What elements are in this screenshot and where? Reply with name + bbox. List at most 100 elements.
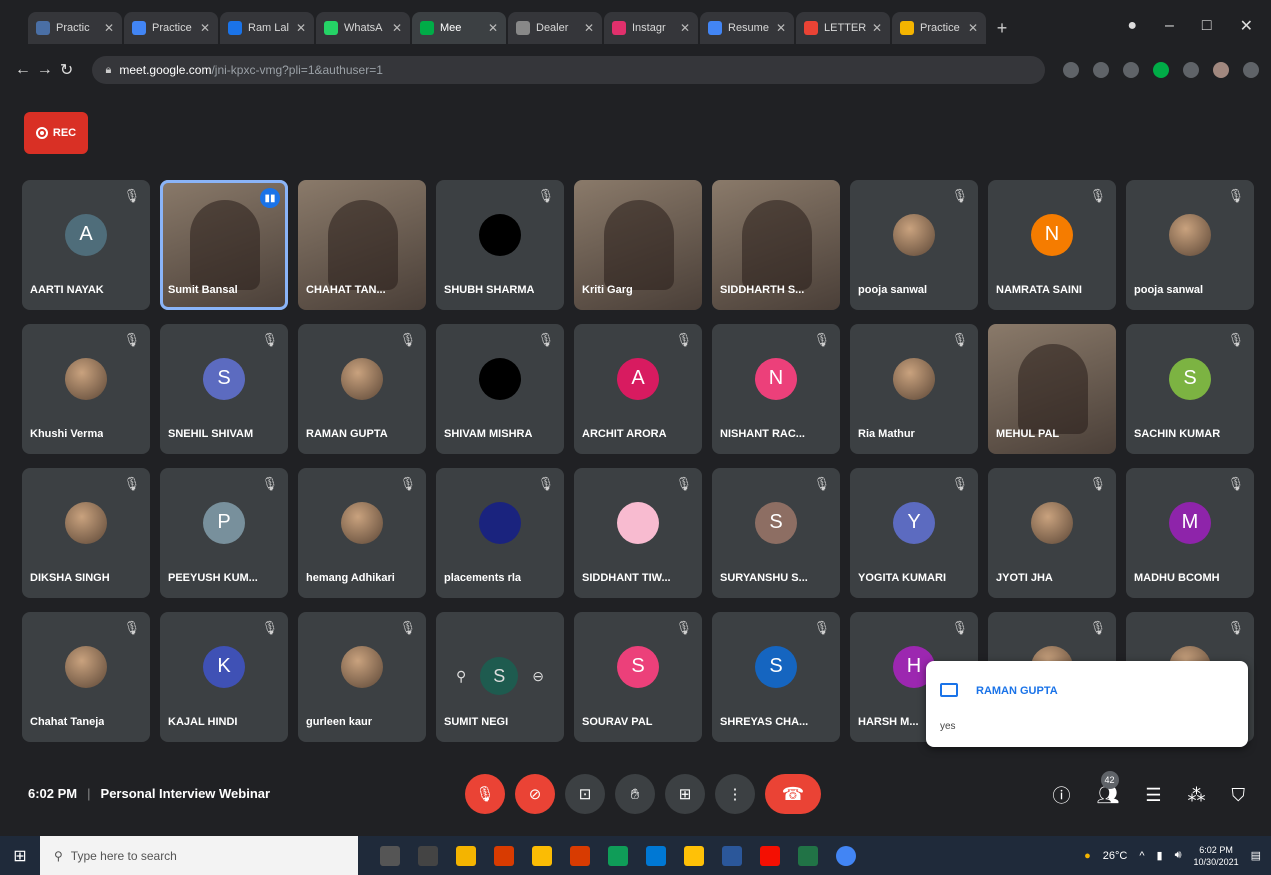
- participant-tile[interactable]: 🎙︎ N NAMRATA SAINI: [988, 180, 1116, 310]
- participant-tile[interactable]: 🎙︎ hemang Adhikari: [298, 468, 426, 598]
- menu-icon[interactable]: [1242, 62, 1259, 78]
- chevron-up-icon[interactable]: ^: [1139, 850, 1144, 862]
- close-tab-icon[interactable]: ✕: [872, 21, 882, 35]
- chrome-icon[interactable]: [532, 845, 552, 866]
- present-button[interactable]: ⊞: [665, 774, 705, 814]
- recording-badge[interactable]: REC: [24, 112, 88, 154]
- participant-tile[interactable]: 🎙︎ Chahat Taneja: [22, 612, 150, 742]
- clock[interactable]: 6:02 PM 10/30/2021: [1194, 844, 1239, 868]
- participant-tile[interactable]: 🎙︎ pooja sanwal: [850, 180, 978, 310]
- mail-icon[interactable]: [646, 845, 666, 866]
- participant-tile[interactable]: 🎙︎ M MADHU BCOMH: [1126, 468, 1254, 598]
- browser-tab[interactable]: Mee ✕: [412, 12, 506, 44]
- acrobat-icon[interactable]: [760, 845, 780, 866]
- address-bar[interactable]: 🔒︎ meet.google.com /jni-kpxc-vmg?pli=1&a…: [91, 56, 1045, 84]
- close-tab-icon[interactable]: ✕: [968, 21, 978, 35]
- sticky-notes-icon[interactable]: [684, 845, 704, 866]
- new-tab-button[interactable]: +: [988, 12, 1016, 44]
- back-icon[interactable]: ←: [12, 61, 34, 79]
- participant-tile[interactable]: MEHUL PAL: [988, 324, 1116, 454]
- browser-tab[interactable]: LETTER ✕: [796, 12, 890, 44]
- browser-tab[interactable]: Practic ✕: [28, 12, 122, 44]
- participant-tile[interactable]: 🎙︎ A ARCHIT ARORA: [574, 324, 702, 454]
- browser-tab[interactable]: Resume ✕: [700, 12, 794, 44]
- camera-icon[interactable]: [1062, 62, 1079, 78]
- participant-tile[interactable]: 🎙︎ SIDDHANT TIW...: [574, 468, 702, 598]
- extension-icon[interactable]: [1152, 62, 1169, 78]
- pin-icon[interactable]: ⚲: [456, 668, 466, 685]
- participant-tile[interactable]: 🎙︎ SHIVAM MISHRA: [436, 324, 564, 454]
- participant-tile[interactable]: 🎙︎ S SOURAV PAL: [574, 612, 702, 742]
- app-icon[interactable]: [836, 845, 856, 866]
- close-tab-icon[interactable]: ✕: [680, 21, 690, 35]
- word-icon[interactable]: [722, 845, 742, 866]
- more-options-button[interactable]: ⋮: [715, 774, 755, 814]
- participant-tile[interactable]: 🎙︎ DIKSHA SINGH: [22, 468, 150, 598]
- forward-icon[interactable]: →: [34, 61, 56, 79]
- minimize-icon[interactable]: –: [1165, 17, 1174, 35]
- office-icon[interactable]: [494, 845, 514, 866]
- close-tab-icon[interactable]: ✕: [296, 21, 306, 35]
- star-icon[interactable]: [1122, 62, 1139, 78]
- notifications-icon[interactable]: ▤: [1251, 849, 1261, 862]
- participant-tile[interactable]: 🎙︎ gurleen kaur: [298, 612, 426, 742]
- participant-tile[interactable]: 🎙︎ SHUBH SHARMA: [436, 180, 564, 310]
- close-tab-icon[interactable]: ✕: [488, 21, 498, 35]
- close-tab-icon[interactable]: ✕: [392, 21, 402, 35]
- profile-icon[interactable]: ●: [1127, 17, 1137, 35]
- participant-tile[interactable]: ▮▮ Sumit Bansal: [160, 180, 288, 310]
- browser-tab[interactable]: Practice ✕: [892, 12, 986, 44]
- browser-tab[interactable]: Practice ✕: [124, 12, 218, 44]
- participant-tile[interactable]: 🎙︎ JYOTI JHA: [988, 468, 1116, 598]
- network-icon[interactable]: ▮: [1157, 849, 1163, 862]
- task-view-icon[interactable]: [418, 845, 438, 866]
- participant-tile[interactable]: 🎙︎ S SACHIN KUMAR: [1126, 324, 1254, 454]
- browser-tab[interactable]: WhatsA ✕: [316, 12, 410, 44]
- participant-tile[interactable]: 🎙︎ A AARTI NAYAK: [22, 180, 150, 310]
- participant-tile[interactable]: SIDDHARTH S...: [712, 180, 840, 310]
- camera-off-button[interactable]: ⊘: [515, 774, 555, 814]
- participant-tile[interactable]: 🎙︎ pooja sanwal: [1126, 180, 1254, 310]
- participant-tile[interactable]: 🎙︎ P PEEYUSH KUM...: [160, 468, 288, 598]
- activities-button[interactable]: ⁂: [1188, 785, 1206, 806]
- people-button[interactable]: 👥︎ 42: [1097, 770, 1119, 806]
- leave-call-button[interactable]: ☎︎: [765, 774, 821, 814]
- participant-tile[interactable]: 🎙︎ K KAJAL HINDI: [160, 612, 288, 742]
- close-tab-icon[interactable]: ✕: [776, 21, 786, 35]
- participant-tile[interactable]: 🎙︎ Ria Mathur: [850, 324, 978, 454]
- weather-icon[interactable]: ●: [1084, 850, 1091, 862]
- reload-icon[interactable]: ↻: [56, 60, 78, 80]
- puzzle-icon[interactable]: [1182, 62, 1199, 78]
- host-controls-button[interactable]: ⛉: [1232, 785, 1246, 806]
- participant-tile[interactable]: 🎙︎ placements rla: [436, 468, 564, 598]
- participant-tile[interactable]: 🎙︎ RAMAN GUPTA: [298, 324, 426, 454]
- cortana-icon[interactable]: [380, 845, 400, 866]
- raise-hand-button[interactable]: ✋︎: [615, 774, 655, 814]
- participant-tile[interactable]: 🎙︎ S SNEHIL SHIVAM: [160, 324, 288, 454]
- volume-icon[interactable]: 🔊︎: [1175, 849, 1182, 862]
- browser-tab[interactable]: Ram Lal ✕: [220, 12, 314, 44]
- chat-button[interactable]: ☰: [1145, 785, 1161, 806]
- close-window-icon[interactable]: ✕: [1240, 16, 1253, 36]
- participant-tile[interactable]: 🎙︎ S SHREYAS CHA...: [712, 612, 840, 742]
- participant-tile[interactable]: Kriti Garg: [574, 180, 702, 310]
- participant-tile[interactable]: 🎙︎ Khushi Verma: [22, 324, 150, 454]
- participant-tile[interactable]: CHAHAT TAN...: [298, 180, 426, 310]
- close-tab-icon[interactable]: ✕: [104, 21, 114, 35]
- participant-tile[interactable]: 🎙︎ N NISHANT RAC...: [712, 324, 840, 454]
- avatar[interactable]: [1212, 62, 1229, 78]
- browser-tab[interactable]: Instagr ✕: [604, 12, 698, 44]
- file-explorer-icon[interactable]: [456, 845, 476, 866]
- excel-icon[interactable]: [798, 845, 818, 866]
- close-tab-icon[interactable]: ✕: [200, 21, 210, 35]
- close-tab-icon[interactable]: ✕: [584, 21, 594, 35]
- taskbar-search[interactable]: ⚲ Type here to search: [40, 836, 358, 875]
- participant-tile[interactable]: 🎙︎ S SURYANSHU S...: [712, 468, 840, 598]
- participant-tile[interactable]: ⚲ S ⊖ SUMIT NEGI: [436, 612, 564, 742]
- maximize-icon[interactable]: □: [1202, 17, 1212, 35]
- mic-off-button[interactable]: 🎙︎: [465, 774, 505, 814]
- browser-tab[interactable]: Dealer ✕: [508, 12, 602, 44]
- remove-icon[interactable]: ⊖: [532, 668, 544, 685]
- windows-start-icon[interactable]: ⊞: [0, 846, 40, 866]
- meeting-details-button[interactable]: ⓘ: [1053, 782, 1071, 808]
